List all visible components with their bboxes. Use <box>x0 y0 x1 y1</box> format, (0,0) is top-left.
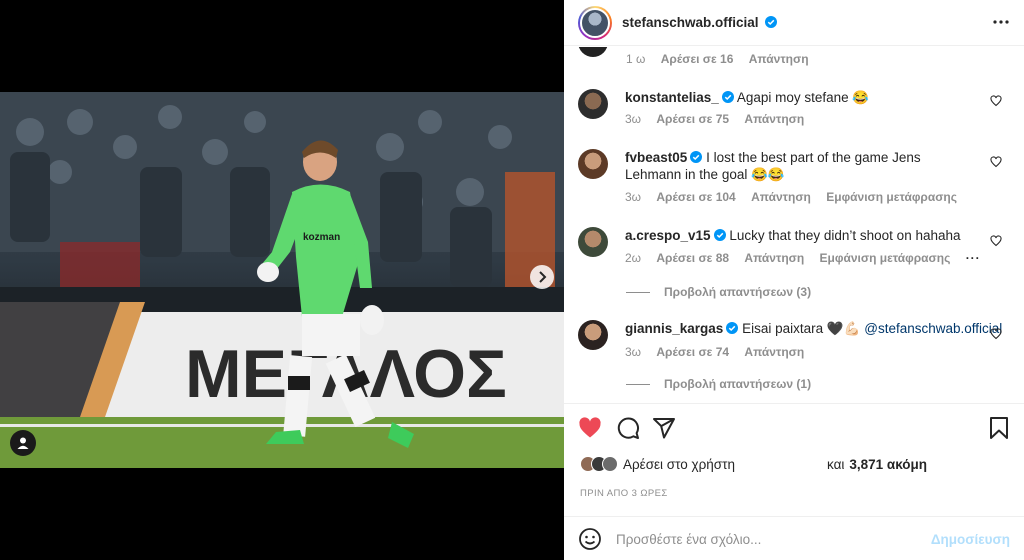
tagged-users-button[interactable] <box>10 430 36 456</box>
comment-reply-link[interactable]: Απάντηση <box>744 251 804 265</box>
author-username[interactable]: stefanschwab.official <box>622 15 778 30</box>
comment-content: Eisai paixtara 🖤💪🏻 <box>742 321 861 336</box>
author-avatar[interactable] <box>578 5 612 40</box>
view-replies-button[interactable]: Προβολή απαντήσεων (3) <box>626 285 811 299</box>
comment-likes-link[interactable]: Αρέσει σε 74 <box>656 345 729 359</box>
liker-avatars[interactable] <box>580 456 618 472</box>
comment-likes-link[interactable]: Αρέσει σε 16 <box>661 52 734 66</box>
emoji-icon[interactable] <box>578 527 602 551</box>
svg-text:kozman: kozman <box>303 232 340 243</box>
comment-bubble-icon[interactable] <box>616 416 640 440</box>
comment-time: 3ω <box>625 345 642 359</box>
comment-text: fvbeast05 I lost the best part of the ga… <box>625 149 975 183</box>
comment-time: 3ω <box>625 190 642 204</box>
likes-and-label: και <box>826 456 845 472</box>
verified-badge-icon <box>765 16 778 28</box>
comment-reply-link[interactable]: Απάντηση <box>744 112 804 126</box>
post-photo: ΜΕΓΑΛΟΣ <box>0 92 564 468</box>
comment-content: Lucky that they didn’t shoot on hahaha <box>729 228 961 243</box>
comment-reply-link[interactable]: Απάντηση <box>751 190 811 204</box>
comment-avatar[interactable] <box>578 227 608 257</box>
comment-meta: 3ω Αρέσει σε 104 Απάντηση Εμφάνιση μετάφ… <box>625 190 969 204</box>
liker-avatar <box>602 456 618 472</box>
comment-avatar[interactable] <box>578 89 608 119</box>
comment-text: konstantelias_ Agapi moy stefane 😂 <box>625 89 975 106</box>
comment-avatar[interactable] <box>578 47 608 57</box>
view-replies-button[interactable]: Προβολή απαντήσεων (1) <box>626 377 811 391</box>
post-comment-button[interactable]: Δημοσίευση <box>931 532 1010 547</box>
post-media: ΜΕΓΑΛΟΣ <box>0 0 564 560</box>
verified-badge-icon <box>726 322 739 334</box>
chevron-right-icon <box>539 271 547 283</box>
comment-like-heart-icon[interactable] <box>990 156 1002 168</box>
comment-meta: 2ω Αρέσει σε 88 Απάντηση Εμφάνιση μετάφρ… <box>625 251 993 265</box>
user-tag-icon <box>17 437 29 449</box>
comment-meta: 1 ω Αρέσει σε 16 Απάντηση <box>626 52 821 66</box>
comment-text: giannis_kargas Eisai paixtara 🖤💪🏻 @stefa… <box>625 320 1005 337</box>
replies-divider <box>626 291 650 293</box>
show-translation-link[interactable]: Εμφάνιση μετάφρασης <box>820 251 951 265</box>
add-comment-bar: Δημοσίευση <box>564 516 1024 560</box>
comment-username[interactable]: fvbeast05 <box>625 150 687 165</box>
goalkeeper-photo: ΜΕΓΑΛΟΣ <box>0 92 564 468</box>
likes-count-link[interactable]: 3,871 ακόμη <box>849 457 927 472</box>
post-header: stefanschwab.official <box>564 0 1024 46</box>
post-side-panel: stefanschwab.official 1 ω Αρέσει σε 16 Α… <box>564 0 1024 560</box>
comment-like-heart-icon[interactable] <box>990 235 1002 247</box>
mention-link[interactable]: @stefanschwab.official <box>864 321 1002 336</box>
comments-list[interactable]: 1 ω Αρέσει σε 16 Απάντηση konstantelias_… <box>564 47 1024 403</box>
verified-badge-icon <box>721 91 734 103</box>
comment-likes-link[interactable]: Αρέσει σε 104 <box>656 190 735 204</box>
ellipsis-icon[interactable] <box>992 13 1010 31</box>
comment-text: a.crespo_v15 Lucky that they didn’t shoo… <box>625 227 975 244</box>
post-actions-section: Αρέσει στο χρήστη και 3,871 ακόμη ΠΡΙΝ Α… <box>564 403 1024 560</box>
comment-reply-link[interactable]: Απάντηση <box>749 52 809 66</box>
replies-divider <box>626 383 650 385</box>
paper-plane-icon[interactable] <box>652 416 676 440</box>
comment-time: 1 ω <box>626 52 646 66</box>
comment-meta: 3ω Αρέσει σε 75 Απάντηση <box>625 112 816 126</box>
comment-time: 2ω <box>625 251 642 265</box>
comment-meta: 3ω Αρέσει σε 74 Απάντηση <box>625 345 816 359</box>
heart-icon[interactable] <box>578 416 602 440</box>
comment-like-heart-icon[interactable] <box>990 95 1002 107</box>
verified-badge-icon <box>690 151 703 163</box>
comment-likes-link[interactable]: Αρέσει σε 75 <box>656 112 729 126</box>
comment-options-ellipsis-icon[interactable]: ··· <box>966 251 981 265</box>
comment-avatar[interactable] <box>578 149 608 179</box>
liked-by-user-link[interactable]: Αρέσει στο χρήστη <box>623 457 735 472</box>
view-replies-label[interactable]: Προβολή απαντήσεων (1) <box>664 377 811 391</box>
post-timestamp[interactable]: ΠΡΙΝ ΑΠΟ 3 ΩΡΕΣ <box>580 488 668 499</box>
comment-username[interactable]: konstantelias_ <box>625 90 719 105</box>
comment-input[interactable] <box>616 531 936 547</box>
bookmark-icon[interactable] <box>988 416 1010 440</box>
comment-time: 3ω <box>625 112 642 126</box>
comment-reply-link[interactable]: Απάντηση <box>744 345 804 359</box>
comment-username[interactable]: giannis_kargas <box>625 321 723 336</box>
likes-summary: Αρέσει στο χρήστη και 3,871 ακόμη <box>580 456 927 472</box>
comment-likes-link[interactable]: Αρέσει σε 88 <box>656 251 729 265</box>
comment-username[interactable]: a.crespo_v15 <box>625 228 711 243</box>
comment-like-heart-icon[interactable] <box>990 328 1002 340</box>
comment-content: Agapi moy stefane 😂 <box>736 90 870 105</box>
view-replies-label[interactable]: Προβολή απαντήσεων (3) <box>664 285 811 299</box>
comment-avatar[interactable] <box>578 320 608 350</box>
next-photo-button[interactable] <box>530 265 554 289</box>
show-translation-link[interactable]: Εμφάνιση μετάφρασης <box>826 190 957 204</box>
verified-badge-icon <box>713 229 726 241</box>
author-username-text[interactable]: stefanschwab.official <box>622 15 759 30</box>
